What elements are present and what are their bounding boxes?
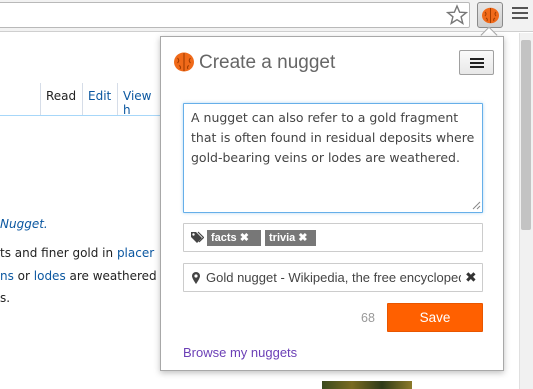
resize-grip-icon[interactable]	[472, 201, 481, 210]
address-bar[interactable]	[0, 2, 470, 28]
wiki-text-line: ns or lodes are weathered	[0, 269, 157, 283]
tags-input[interactable]: facts ✖ trivia ✖	[183, 223, 483, 252]
remove-tag-icon[interactable]: ✖	[298, 232, 307, 244]
create-nugget-popup: Create a nugget A nugget can also refer …	[160, 36, 504, 371]
brain-icon	[174, 52, 194, 72]
wiki-thumbnail-image	[322, 381, 412, 389]
wiki-link-placer[interactable]: placer	[117, 246, 154, 260]
save-button[interactable]: Save	[387, 303, 483, 332]
character-count: 68	[361, 311, 375, 325]
wiki-text: or	[13, 269, 34, 283]
source-field[interactable]: Gold nugget - Wikipedia, the free encycl…	[183, 263, 483, 292]
source-title: Gold nugget - Wikipedia, the free encycl…	[206, 270, 461, 285]
tag-chip: trivia ✖	[265, 230, 316, 246]
scrollbar-thumb[interactable]	[521, 40, 531, 230]
tag-icon	[191, 231, 204, 243]
popup-menu-button[interactable]	[459, 50, 494, 75]
remove-source-icon[interactable]: ✖	[465, 269, 477, 286]
browser-toolbar	[0, 0, 533, 32]
remove-tag-icon[interactable]: ✖	[240, 232, 249, 244]
wiki-text-line: ts and finer gold in placer	[0, 246, 154, 260]
wiki-text: are weathered	[65, 269, 157, 283]
wiki-link-lodes[interactable]: lodes	[34, 269, 66, 283]
browser-menu-icon[interactable]	[512, 7, 528, 21]
tag-label: facts	[211, 232, 237, 244]
wiki-header-divider	[0, 115, 160, 116]
popup-title: Create a nugget	[199, 52, 336, 73]
nugget-text-area[interactable]: A nugget can also refer to a gold fragme…	[183, 103, 483, 213]
tag-label: trivia	[269, 232, 296, 244]
brain-icon	[482, 7, 499, 24]
tag-chip: facts ✖	[207, 230, 261, 246]
tab-edit[interactable]: Edit	[82, 83, 116, 116]
wiki-text-line: s.	[0, 291, 11, 305]
wiki-link-nugget[interactable]: Nugget.	[0, 217, 48, 231]
map-pin-icon	[192, 272, 200, 284]
nugget-extension-button[interactable]	[477, 2, 503, 28]
tab-read[interactable]: Read	[40, 83, 82, 116]
wiki-link-veins[interactable]: ns	[0, 269, 14, 283]
wiki-text: ts and finer gold in	[0, 246, 117, 260]
browse-nuggets-link[interactable]: Browse my nuggets	[183, 345, 297, 360]
hamburger-icon	[470, 58, 484, 60]
star-icon[interactable]	[446, 4, 468, 26]
tab-view-history[interactable]: View h	[117, 83, 156, 117]
